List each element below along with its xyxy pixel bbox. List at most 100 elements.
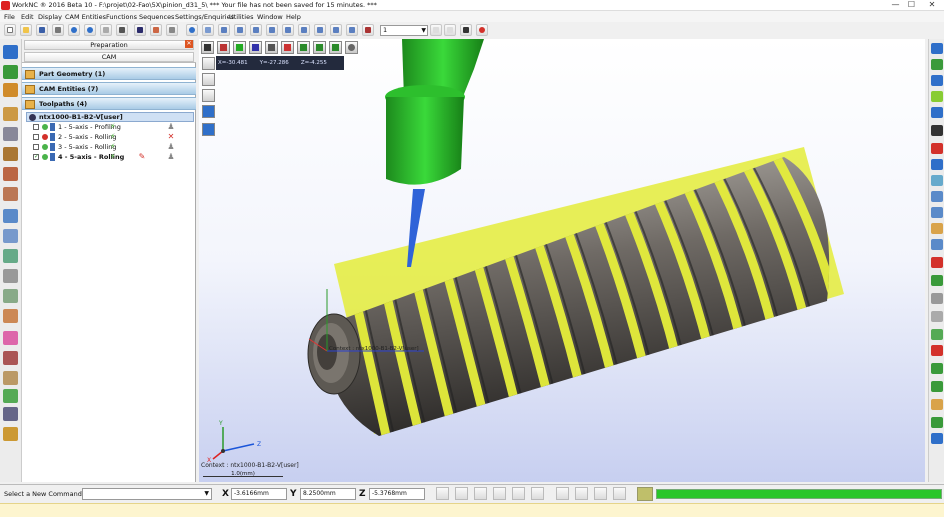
filter-icon[interactable] xyxy=(931,175,943,186)
close-window-button[interactable]: ✕ xyxy=(921,0,943,10)
redo-button[interactable] xyxy=(84,24,96,36)
snap-icon[interactable] xyxy=(455,487,468,500)
section-part-geometry[interactable]: Part Geometry (1) xyxy=(22,67,196,80)
minimize-button[interactable]: — xyxy=(889,0,902,10)
open-folder-button[interactable] xyxy=(20,24,32,36)
menu-cam-entities[interactable]: CAM Entities xyxy=(65,13,106,21)
pencil-icon[interactable] xyxy=(931,223,943,234)
geometry-icon[interactable] xyxy=(3,45,18,59)
delete-icon[interactable] xyxy=(931,143,943,154)
group-icon[interactable] xyxy=(931,191,943,202)
save-button[interactable] xyxy=(36,24,48,36)
view-front-button[interactable] xyxy=(330,24,342,36)
menu-utilities[interactable]: Utilities xyxy=(229,13,253,21)
brush-icon[interactable] xyxy=(3,289,18,303)
export-icon[interactable] xyxy=(3,389,18,403)
layer-up-button[interactable] xyxy=(430,24,442,36)
solid-view-icon[interactable] xyxy=(202,123,215,136)
layer-down-button[interactable] xyxy=(444,24,456,36)
holder-icon[interactable] xyxy=(3,167,18,181)
command-input[interactable]: ▼ xyxy=(82,488,212,500)
z-coordinate-field[interactable]: -5.3768mm xyxy=(369,488,425,500)
toolpath-row-4[interactable]: 4 - 5-axis - Rolling ⚡ ✎ ♟ xyxy=(30,152,190,162)
surface-icon[interactable] xyxy=(3,187,18,201)
toolpath-checkbox[interactable] xyxy=(33,124,39,130)
rotate-part-icon[interactable] xyxy=(931,381,943,392)
select-all-icon[interactable] xyxy=(931,59,943,70)
probe-icon[interactable] xyxy=(3,229,18,243)
info-icon[interactable] xyxy=(931,433,943,444)
cut-icon[interactable] xyxy=(931,345,943,356)
list-button[interactable] xyxy=(460,24,472,36)
select-mode-icon[interactable] xyxy=(436,487,449,500)
menu-list-icon[interactable] xyxy=(201,41,214,54)
layer-button[interactable] xyxy=(362,24,374,36)
y-coordinate-field[interactable]: 8.2500mm xyxy=(300,488,356,500)
cursor-tool-button[interactable] xyxy=(166,24,178,36)
zoom-fit-button[interactable] xyxy=(250,24,262,36)
link-icon[interactable] xyxy=(474,487,487,500)
layers-icon[interactable] xyxy=(931,125,943,136)
stock-icon[interactable] xyxy=(3,147,18,161)
zoom-in-button[interactable] xyxy=(218,24,230,36)
macro-icon[interactable] xyxy=(3,269,18,283)
measure-button[interactable] xyxy=(150,24,162,36)
zoom-window-button[interactable] xyxy=(266,24,278,36)
copy-icon[interactable] xyxy=(931,293,943,304)
rotate-view-icon[interactable] xyxy=(202,57,215,70)
print-button[interactable] xyxy=(52,24,64,36)
maximize-button[interactable]: ☐ xyxy=(905,0,918,10)
zoom-all-button[interactable] xyxy=(282,24,294,36)
verify-icon[interactable] xyxy=(3,331,18,345)
tab-preparation[interactable]: Preparation xyxy=(24,40,194,50)
drill-icon[interactable] xyxy=(3,209,18,223)
stop-button[interactable] xyxy=(476,24,488,36)
warning-icon[interactable] xyxy=(931,257,943,268)
network-icon[interactable] xyxy=(556,487,569,500)
menu-sequences[interactable]: Sequences xyxy=(139,13,174,21)
grid-view-icon[interactable] xyxy=(594,487,607,500)
view-top-icon[interactable] xyxy=(931,75,943,86)
capture-button[interactable] xyxy=(134,24,146,36)
grid-button[interactable] xyxy=(100,24,112,36)
highlight-icon[interactable] xyxy=(931,399,943,410)
report-icon[interactable] xyxy=(3,427,18,441)
toolpath-row-2[interactable]: 2 - 5-axis - Rolling ⚡ ✕ xyxy=(30,132,190,142)
toolpath-checkbox[interactable] xyxy=(33,134,39,140)
zoom-out-button[interactable] xyxy=(234,24,246,36)
stock-view-icon[interactable] xyxy=(3,371,18,385)
arrow-down-view-icon[interactable] xyxy=(329,41,342,54)
menu-display[interactable]: Display xyxy=(38,13,62,21)
menu-help[interactable]: Help xyxy=(286,13,301,21)
arrow-up-icon[interactable] xyxy=(931,329,943,340)
post-processor-icon[interactable] xyxy=(3,407,18,421)
record-icon[interactable] xyxy=(575,487,588,500)
probe-icon[interactable] xyxy=(493,487,506,500)
cube-view-icon[interactable] xyxy=(202,73,215,86)
machine-icon[interactable] xyxy=(3,127,18,141)
wizard-icon[interactable] xyxy=(3,65,18,79)
section-toolpaths[interactable]: Toolpaths (4) xyxy=(22,97,196,110)
green-cube-icon[interactable] xyxy=(233,41,246,54)
angle-icon[interactable] xyxy=(531,487,544,500)
box-view-icon[interactable] xyxy=(202,89,215,102)
home-view-icon[interactable] xyxy=(931,43,943,54)
path-icon[interactable] xyxy=(3,309,18,323)
shaded-cube-icon[interactable] xyxy=(217,41,230,54)
toolpath-row-1[interactable]: 1 - 5-axis - Profiling ⚡ ♟ xyxy=(30,122,190,132)
plane-icon[interactable] xyxy=(931,275,943,286)
view-iso-icon[interactable] xyxy=(931,107,943,118)
pan-button[interactable] xyxy=(298,24,310,36)
move-icon[interactable] xyxy=(931,363,943,374)
menu-settings-enquiries[interactable]: Settings/Enquiries xyxy=(175,13,234,21)
sphere-view-icon[interactable] xyxy=(202,105,215,118)
layer-stack-icon[interactable] xyxy=(249,41,262,54)
toolpath-row-3[interactable]: 3 - 5-axis - Rolling ⚡ ♟ xyxy=(30,142,190,152)
settings-icon[interactable] xyxy=(613,487,626,500)
mirror-icon[interactable] xyxy=(931,311,943,322)
undo-button[interactable] xyxy=(68,24,80,36)
wrench-icon[interactable] xyxy=(512,487,525,500)
menu-functions[interactable]: Functions xyxy=(106,13,137,21)
view-iso-button[interactable] xyxy=(346,24,358,36)
shade-view-button[interactable] xyxy=(186,24,198,36)
